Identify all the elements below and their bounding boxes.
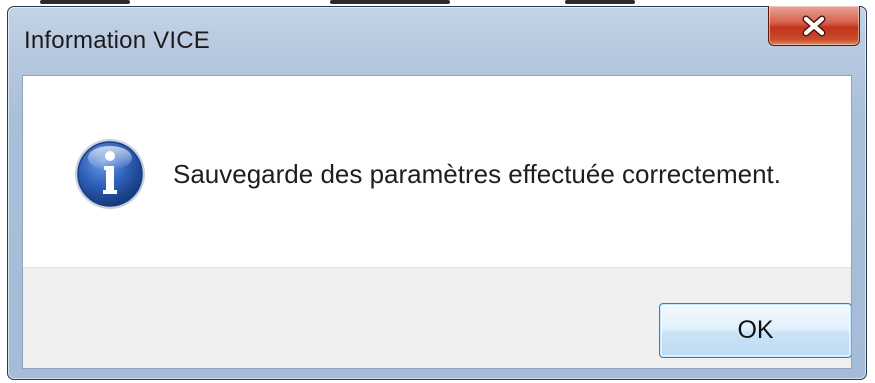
dialog-client-area: Sauvegarde des paramètres effectuée corr… xyxy=(22,75,852,369)
information-icon xyxy=(75,139,145,209)
close-button[interactable] xyxy=(768,6,860,46)
dialog-title: Information VICE xyxy=(24,27,210,54)
button-panel: OK xyxy=(23,267,851,368)
close-icon xyxy=(802,15,826,36)
message-area: Sauvegarde des paramètres effectuée corr… xyxy=(23,76,851,267)
background-strip xyxy=(565,0,635,4)
dialog-window: Information VICE Sauvegarde des paramètr… xyxy=(7,6,867,380)
message-text: Sauvegarde des paramètres effectuée corr… xyxy=(173,159,781,189)
ok-button[interactable]: OK xyxy=(659,303,851,358)
title-bar[interactable]: Information VICE xyxy=(8,6,866,73)
background-strip xyxy=(40,0,130,4)
background-strip xyxy=(330,0,450,4)
